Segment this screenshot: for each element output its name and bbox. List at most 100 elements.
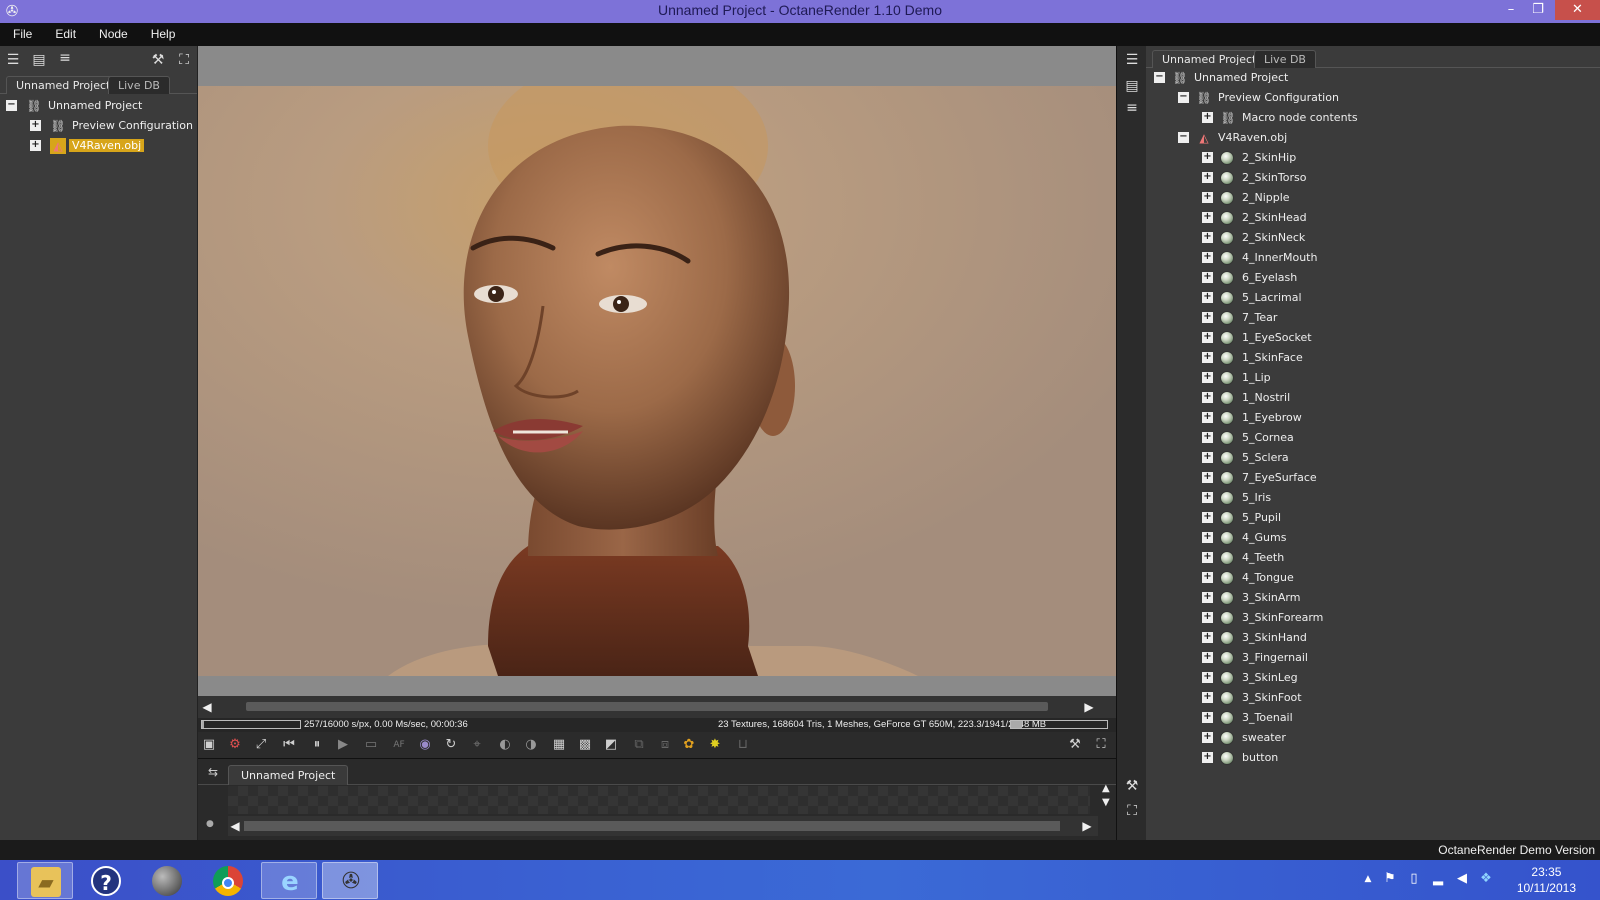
expand-icon[interactable]: +	[1202, 372, 1213, 383]
volume-icon[interactable]: ◀	[1454, 871, 1470, 887]
layers-icon[interactable]: ▤	[29, 50, 49, 70]
expand-icon[interactable]: +	[1202, 532, 1213, 543]
expand-icon[interactable]: +	[1202, 752, 1213, 763]
tree-row-preview-config[interactable]: + ⛓ Preview Configuration	[0, 116, 197, 136]
material-row[interactable]: +4_Tongue	[1146, 568, 1600, 588]
material-row[interactable]: +2_SkinHip	[1146, 148, 1600, 168]
material-row[interactable]: +2_SkinHead	[1146, 208, 1600, 228]
material-row[interactable]: +5_Lacrimal	[1146, 288, 1600, 308]
expand-icon[interactable]: +	[1202, 472, 1213, 483]
material-row[interactable]: +3_SkinHand	[1146, 628, 1600, 648]
material-row[interactable]: + button	[1146, 748, 1600, 768]
scroll-left-icon[interactable]: ◀	[200, 700, 214, 714]
material-row[interactable]: +5_Pupil	[1146, 508, 1600, 528]
camera-reset-icon[interactable]: ◑	[522, 736, 540, 754]
expand-icon[interactable]: +	[1202, 412, 1213, 423]
collapse-icon[interactable]: −	[6, 100, 17, 111]
scroll-right-icon[interactable]: ▶	[1080, 819, 1094, 833]
expand-icon[interactable]: +	[1202, 732, 1213, 743]
wrench-icon[interactable]: ⚒	[1066, 736, 1084, 754]
expand-icon[interactable]: +	[1202, 712, 1213, 723]
material-row[interactable]: +3_SkinArm	[1146, 588, 1600, 608]
expand-icon[interactable]: +	[1202, 612, 1213, 623]
tab-unnamed-project[interactable]: Unnamed Project	[6, 76, 121, 94]
material-row[interactable]: +3_SkinFoot	[1146, 688, 1600, 708]
paste-icon[interactable]: ⧈	[656, 736, 674, 754]
tray-expand-icon[interactable]: ▲	[1360, 871, 1376, 887]
scroll-left-icon[interactable]: ◀	[228, 819, 242, 833]
tab-live-db[interactable]: Live DB	[1254, 50, 1316, 68]
material-row[interactable]: +2_Nipple	[1146, 188, 1600, 208]
material-row[interactable]: +5_Iris	[1146, 488, 1600, 508]
split-icon[interactable]: ◩	[602, 736, 620, 754]
lock-icon[interactable]: ⊔	[734, 736, 752, 754]
taskbar-globe[interactable]	[139, 862, 195, 899]
expand-icon[interactable]: +	[1202, 212, 1213, 223]
menu-file[interactable]: File	[0, 23, 42, 46]
expand-icon[interactable]: +	[1202, 672, 1213, 683]
light-icon[interactable]: ✸	[706, 736, 724, 754]
material-row[interactable]: +4_Gums	[1146, 528, 1600, 548]
render-viewport[interactable]	[198, 46, 1116, 696]
material-icon[interactable]: ✿	[680, 736, 698, 754]
tab-unnamed-project[interactable]: Unnamed Project	[1152, 50, 1267, 68]
layers-icon[interactable]: ▤	[1122, 76, 1142, 96]
stop-render-icon[interactable]: ⚙	[226, 736, 244, 754]
copy-icon[interactable]: ⧉	[630, 736, 648, 754]
material-row[interactable]: +6_Eyelash	[1146, 268, 1600, 288]
list-indent-icon[interactable]: ≡	[55, 48, 75, 68]
expand-icon[interactable]: +	[1202, 232, 1213, 243]
minimize-button[interactable]: –	[1497, 0, 1525, 20]
tab-live-db[interactable]: Live DB	[108, 76, 170, 94]
tree-row-macro[interactable]: + ⛓ Macro node contents	[1146, 108, 1600, 128]
expand-icon[interactable]: +	[1202, 352, 1213, 363]
expand-icon[interactable]: +	[1202, 592, 1213, 603]
menu-help[interactable]: Help	[138, 23, 186, 46]
collapse-icon[interactable]: −	[1178, 92, 1189, 103]
expand-icon[interactable]: +	[1202, 192, 1213, 203]
tree-row-root[interactable]: − ⛓ Unnamed Project	[1146, 68, 1600, 88]
expand-icon[interactable]: +	[1202, 252, 1213, 263]
expand-icon[interactable]: +	[1202, 112, 1213, 123]
graph-scroll-thumb[interactable]	[244, 821, 1060, 831]
pause-icon[interactable]: ⏸	[308, 736, 326, 754]
dropbox-icon[interactable]: ❖	[1478, 871, 1494, 887]
grid-icon[interactable]: ▦	[550, 736, 568, 754]
expand-icon[interactable]: +	[1202, 692, 1213, 703]
wrench-icon[interactable]: ⚒	[1122, 776, 1142, 796]
material-row[interactable]: +1_Nostril	[1146, 388, 1600, 408]
material-row[interactable]: +7_Tear	[1146, 308, 1600, 328]
network-icon[interactable]: ▂	[1430, 871, 1446, 887]
render-image[interactable]	[198, 86, 1116, 676]
graph-scroll-up-icon[interactable]: ▲	[1102, 783, 1116, 795]
autofocus-icon[interactable]: AF	[390, 736, 408, 754]
region-icon[interactable]: ▭	[362, 736, 380, 754]
expand-icon[interactable]: +	[1202, 652, 1213, 663]
material-row[interactable]: +3_Toenail	[1146, 708, 1600, 728]
expand-icon[interactable]: +	[1202, 272, 1213, 283]
graph-scroll-down-icon[interactable]: ▼	[1102, 797, 1116, 809]
expand-icon[interactable]: +	[1202, 392, 1213, 403]
expand-icon[interactable]: +	[1202, 512, 1213, 523]
material-row[interactable]: +5_Cornea	[1146, 428, 1600, 448]
material-row[interactable]: + sweater	[1146, 728, 1600, 748]
taskbar-help[interactable]: ?	[78, 862, 134, 899]
expand-icon[interactable]: +	[1202, 492, 1213, 503]
taskbar-chrome[interactable]	[200, 862, 256, 899]
expand-icon[interactable]: +	[30, 140, 41, 151]
menu-edit[interactable]: Edit	[42, 23, 86, 46]
expand-icon[interactable]: +	[1202, 292, 1213, 303]
collapse-icon[interactable]: −	[1178, 132, 1189, 143]
material-row[interactable]: +1_EyeSocket	[1146, 328, 1600, 348]
expand-icon[interactable]: +	[1202, 172, 1213, 183]
expand-icon[interactable]: +	[1202, 552, 1213, 563]
material-row[interactable]: +3_SkinLeg	[1146, 668, 1600, 688]
tree-row-mesh[interactable]: − ◭ V4Raven.obj	[1146, 128, 1600, 148]
taskbar-clock[interactable]: 23:35 10/11/2013	[1517, 864, 1576, 896]
material-row[interactable]: +2_SkinNeck	[1146, 228, 1600, 248]
tree-view-icon[interactable]: ☰	[3, 50, 23, 70]
material-row[interactable]: +7_EyeSurface	[1146, 468, 1600, 488]
scroll-thumb[interactable]	[246, 702, 1048, 711]
camera-icon[interactable]: ◐	[496, 736, 514, 754]
expand-icon[interactable]: +	[30, 120, 41, 131]
